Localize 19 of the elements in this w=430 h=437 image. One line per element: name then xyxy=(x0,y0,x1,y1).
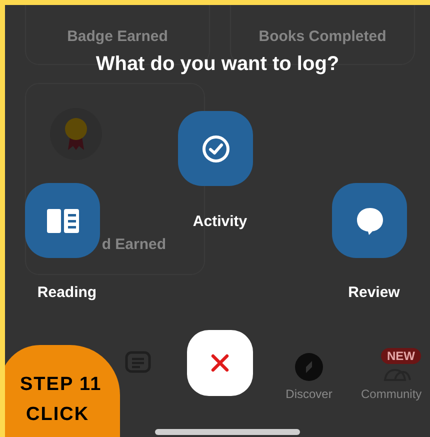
card-label: Books Completed xyxy=(258,26,386,46)
book-icon xyxy=(46,208,80,234)
close-icon xyxy=(211,354,229,372)
step-number: STEP 11 xyxy=(20,373,103,397)
card-label: d Earned xyxy=(102,234,166,254)
log-option-button[interactable] xyxy=(178,111,253,186)
prompt-title: What do you want to log? xyxy=(94,52,340,77)
option-label: Review xyxy=(347,283,401,303)
close-button[interactable] xyxy=(187,330,253,396)
option-label: Reading xyxy=(36,283,98,303)
tab-label[interactable]: Community xyxy=(361,385,422,403)
new-badge: NEW xyxy=(381,348,421,364)
card-label: Badge Earned xyxy=(67,26,168,46)
log-option-button[interactable] xyxy=(332,183,407,258)
tab-label[interactable]: Discover xyxy=(279,385,339,403)
option-label: Activity xyxy=(192,212,248,232)
step-action: CLICK xyxy=(25,403,90,427)
log-option-button[interactable] xyxy=(25,183,100,258)
check-circle-icon xyxy=(200,134,230,164)
